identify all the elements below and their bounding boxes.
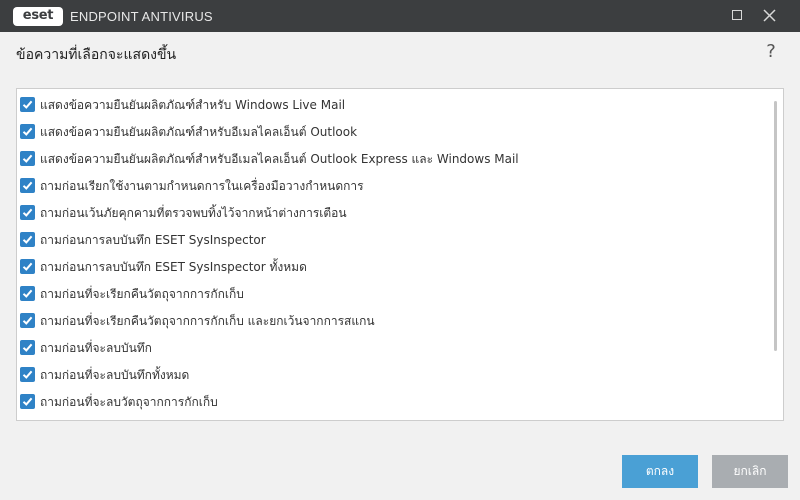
- logo-text: eset: [22, 8, 54, 23]
- checkbox[interactable]: [20, 124, 35, 139]
- checkmark-icon: [22, 235, 33, 244]
- list-item[interactable]: แสดงข้อความยืนยันผลิตภัณฑ์สำหรับ Windows…: [17, 94, 767, 121]
- list-item-label: ถามก่อนที่จะลบวัตถุทั้งหมดจากการกักเก็บ: [40, 420, 255, 421]
- checkmark-icon: [22, 181, 33, 190]
- checkmark-icon: [22, 208, 33, 217]
- list-item[interactable]: ถามก่อนที่จะลบวัตถุจากการกักเก็บ: [17, 391, 767, 418]
- checkbox[interactable]: [20, 286, 35, 301]
- checkbox[interactable]: [20, 205, 35, 220]
- checkbox[interactable]: [20, 259, 35, 274]
- checkmark-icon: [22, 397, 33, 406]
- list-item-label: แสดงข้อความยืนยันผลิตภัณฑ์สำหรับอีเมลไคล…: [40, 152, 519, 166]
- checkbox[interactable]: [20, 313, 35, 328]
- list-item-label: ถามก่อนเว้นภัยคุกคามที่ตรวจพบทิ้งไว้จากห…: [40, 206, 347, 220]
- list-item[interactable]: ถามก่อนที่จะลบบันทึก: [17, 337, 767, 364]
- checkmark-icon: [22, 370, 33, 379]
- close-button[interactable]: [754, 0, 786, 32]
- list-item-label: ถามก่อนที่จะเรียกคืนวัตถุจากการกักเก็บ: [40, 287, 244, 301]
- eset-logo: eset: [13, 7, 63, 26]
- list-item-label: แสดงข้อความยืนยันผลิตภัณฑ์สำหรับ Windows…: [40, 98, 346, 112]
- list-item[interactable]: ถามก่อนเว้นภัยคุกคามที่ตรวจพบทิ้งไว้จากห…: [17, 202, 767, 229]
- checkmark-icon: [22, 316, 33, 325]
- list-item-label: ถามก่อนการลบบันทึก ESET SysInspector: [40, 233, 266, 247]
- list-item[interactable]: แสดงข้อความยืนยันผลิตภัณฑ์สำหรับอีเมลไคล…: [17, 121, 767, 148]
- list-item[interactable]: ถามก่อนที่จะลบบันทึกทั้งหมด: [17, 364, 767, 391]
- checkbox[interactable]: [20, 340, 35, 355]
- checkbox[interactable]: [20, 394, 35, 409]
- title-bar: eset ENDPOINT ANTIVIRUS: [0, 0, 800, 32]
- scrollbar-thumb[interactable]: [774, 101, 777, 351]
- list-item-label: แสดงข้อความยืนยันผลิตภัณฑ์สำหรับอีเมลไคล…: [40, 125, 358, 139]
- close-icon: [763, 9, 776, 22]
- checkbox[interactable]: [20, 97, 35, 112]
- list-item[interactable]: ถามก่อนที่จะเรียกคืนวัตถุจากการกักเก็บ แ…: [17, 310, 767, 337]
- checkbox[interactable]: [20, 367, 35, 382]
- checkmark-icon: [22, 154, 33, 163]
- checkbox[interactable]: [20, 178, 35, 193]
- list-item[interactable]: ถามก่อนที่จะลบวัตถุทั้งหมดจากการกักเก็บ: [17, 418, 767, 421]
- cancel-button[interactable]: ยกเลิก: [712, 455, 788, 488]
- checkbox[interactable]: [20, 151, 35, 166]
- checkbox[interactable]: [20, 232, 35, 247]
- checkmark-icon: [22, 127, 33, 136]
- maximize-button[interactable]: [721, 0, 753, 32]
- list-item-label: ถามก่อนที่จะเรียกคืนวัตถุจากการกักเก็บ แ…: [40, 314, 375, 328]
- maximize-icon: [732, 10, 742, 20]
- checkmark-icon: [22, 289, 33, 298]
- list-item[interactable]: แสดงข้อความยืนยันผลิตภัณฑ์สำหรับอีเมลไคล…: [17, 148, 767, 175]
- list-item[interactable]: ถามก่อนที่จะเรียกคืนวัตถุจากการกักเก็บ: [17, 283, 767, 310]
- list-item-label: ถามก่อนที่จะลบวัตถุจากการกักเก็บ: [40, 395, 218, 409]
- list-item-label: ถามก่อนการลบบันทึก ESET SysInspector ทั้…: [40, 260, 307, 274]
- message-list: แสดงข้อความยืนยันผลิตภัณฑ์สำหรับ Windows…: [16, 88, 784, 421]
- list-item-label: ถามก่อนที่จะลบบันทึกทั้งหมด: [40, 368, 190, 382]
- product-name: ENDPOINT ANTIVIRUS: [70, 9, 213, 24]
- message-rows: แสดงข้อความยืนยันผลิตภัณฑ์สำหรับ Windows…: [17, 94, 767, 421]
- checkmark-icon: [22, 100, 33, 109]
- list-item[interactable]: ถามก่อนการลบบันทึก ESET SysInspector ทั้…: [17, 256, 767, 283]
- checkmark-icon: [22, 343, 33, 352]
- scrollbar[interactable]: [769, 89, 783, 420]
- dialog-title: ข้อความที่เลือกจะแสดงขึ้น: [16, 47, 177, 63]
- list-item[interactable]: ถามก่อนเรียกใช้งานตามกำหนดการในเครื่องมื…: [17, 175, 767, 202]
- list-item-label: ถามก่อนที่จะลบบันทึก: [40, 341, 152, 355]
- help-icon[interactable]: ?: [764, 41, 778, 62]
- list-item[interactable]: ถามก่อนการลบบันทึก ESET SysInspector: [17, 229, 767, 256]
- list-item-label: ถามก่อนเรียกใช้งานตามกำหนดการในเครื่องมื…: [40, 179, 364, 193]
- checkmark-icon: [22, 262, 33, 271]
- ok-button[interactable]: ตกลง: [622, 455, 698, 488]
